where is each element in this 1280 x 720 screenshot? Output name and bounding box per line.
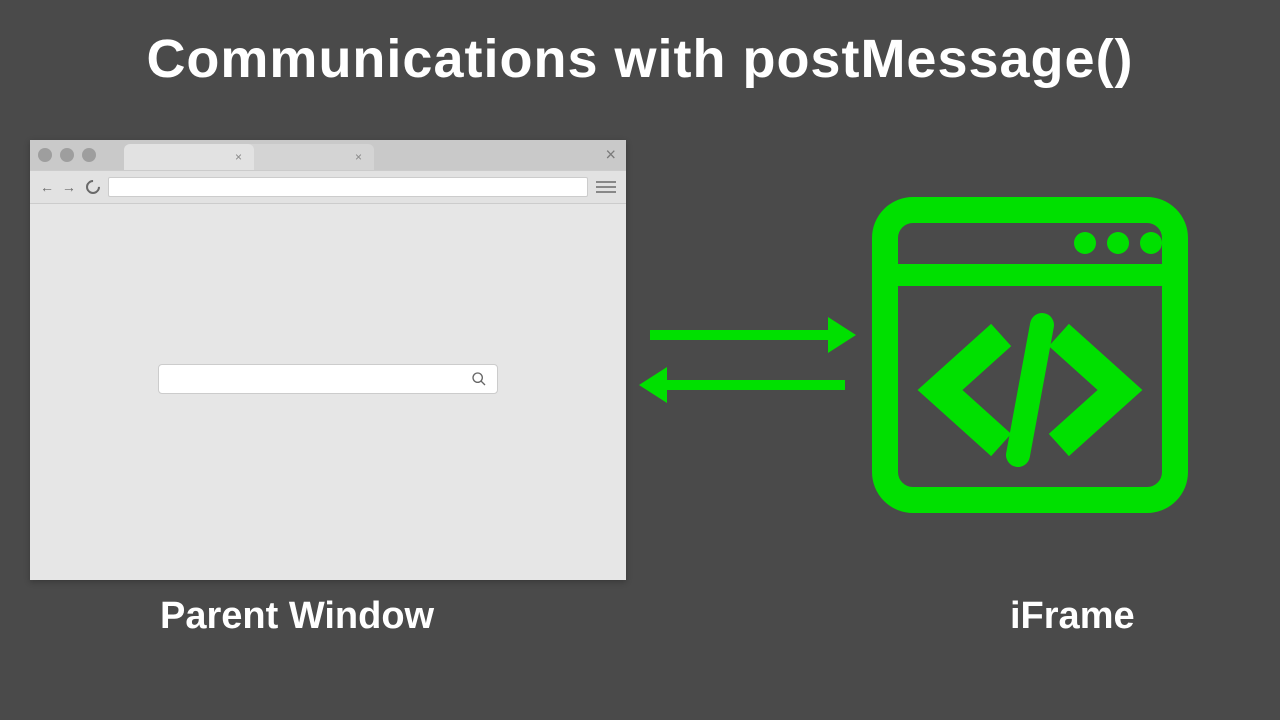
browser-toolbar: ← → <box>30 170 626 204</box>
arrow-right-icon <box>650 330 830 340</box>
iframe-illustration <box>870 195 1190 515</box>
traffic-light-dot <box>38 148 52 162</box>
traffic-light-dot <box>60 148 74 162</box>
tab-close-icon: × <box>235 150 242 164</box>
arrow-left-icon <box>665 380 845 390</box>
browser-tab: × <box>124 144 254 170</box>
bidirectional-arrows <box>640 320 855 420</box>
iframe-label: iFrame <box>1010 595 1135 638</box>
search-icon <box>471 371 487 387</box>
code-window-icon <box>870 195 1190 515</box>
browser-viewport <box>30 204 626 580</box>
traffic-light-dot <box>82 148 96 162</box>
tab-close-icon: × <box>355 150 362 164</box>
diagram-stage: × × × ← → <box>0 140 1280 680</box>
nav-back-forward-icon: ← → <box>40 179 78 195</box>
diagram-title: Communications with postMessage() <box>0 0 1280 90</box>
browser-tab: × <box>244 144 374 170</box>
window-close-icon: × <box>605 145 616 166</box>
reload-icon <box>83 177 103 197</box>
browser-tabs: × × <box>124 140 364 170</box>
arrow-left-head-icon <box>639 367 667 403</box>
address-bar <box>108 177 588 197</box>
hamburger-menu-icon <box>596 181 616 193</box>
parent-window-illustration: × × × ← → <box>30 140 626 580</box>
browser-titlebar: × × × <box>30 140 626 170</box>
search-field <box>158 364 498 394</box>
parent-window-label: Parent Window <box>160 595 434 638</box>
arrow-right-head-icon <box>828 317 856 353</box>
